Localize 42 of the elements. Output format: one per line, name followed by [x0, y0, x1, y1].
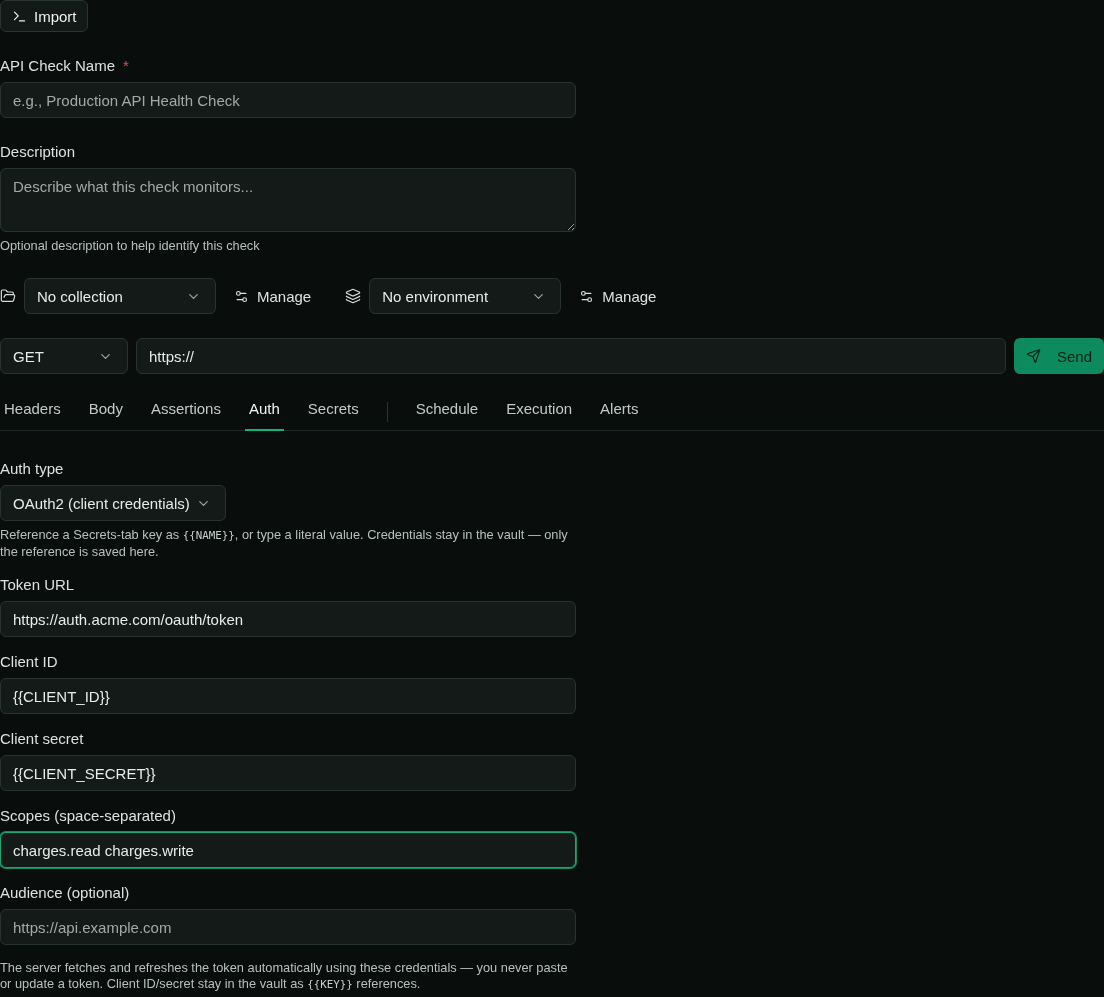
sliders-icon — [234, 288, 249, 304]
helper-text: Optional description to help identify this check — [0, 238, 261, 254]
field-label: Description — [0, 142, 76, 162]
tab[interactable]: Schedule — [411, 399, 483, 431]
method-select[interactable]: GET — [0, 338, 128, 374]
input-field[interactable]: https://auth.acme.com/oauth/token — [0, 601, 576, 637]
field-label: Scopes (space-separated) — [0, 806, 176, 826]
field-label: Auth type — [0, 459, 64, 479]
tab[interactable]: Assertions — [146, 399, 225, 431]
tab[interactable]: Secrets — [303, 399, 363, 431]
auth-type-select[interactable]: OAuth2 (client credentials) — [0, 485, 226, 521]
helper-text: Reference a Secrets-tab key as {{NAME}}, or type a literal value. Credentials stay in the vault — only the reference is saved here. — [0, 527, 569, 560]
environment-select[interactable]: No environment — [369, 278, 562, 314]
input-field[interactable]: https://api.example.com — [0, 909, 576, 945]
folder-icon — [0, 288, 16, 304]
input-field[interactable]: charges.read charges.write — [0, 832, 576, 868]
paper-plane-icon — [1026, 348, 1041, 364]
input-field[interactable]: {{CLIENT_ID}} — [0, 678, 576, 714]
import-button[interactable]: Import — [0, 0, 88, 32]
terminal-icon — [12, 8, 27, 24]
field-label: Audience (optional) — [0, 883, 130, 903]
field-label: API Check Name — [0, 56, 116, 76]
description-field[interactable]: Describe what this check monitors... — [0, 168, 576, 232]
field-label: Client ID — [0, 652, 58, 672]
input-field[interactable]: {{CLIENT_SECRET}} — [0, 755, 576, 791]
field-label: Client secret — [0, 729, 84, 749]
manage-button[interactable]: Manage — [571, 278, 665, 314]
required-mark: * — [123, 56, 129, 76]
name-field[interactable]: e.g., Production API Health Check — [0, 82, 576, 118]
url-field[interactable]: https:// — [136, 338, 1006, 374]
layers-icon — [345, 288, 362, 304]
tab[interactable]: Body — [84, 399, 127, 431]
collection-select[interactable]: No collection — [24, 278, 216, 314]
sliders-icon — [579, 288, 595, 304]
tab[interactable]: Headers — [0, 399, 65, 431]
field-label: Token URL — [0, 575, 75, 595]
tab[interactable]: Alerts — [596, 399, 643, 431]
manage-button[interactable]: Manage — [226, 278, 320, 314]
tab[interactable]: Auth — [244, 399, 284, 431]
helper-text: The server fetches and refreshes the token automatically using these credentials — you never paste or update a token. Client ID/secret stay in the vault as {{KEY}} references. — [0, 960, 569, 993]
send-button[interactable]: Send — [1014, 338, 1104, 374]
tab[interactable]: Execution — [502, 399, 577, 431]
